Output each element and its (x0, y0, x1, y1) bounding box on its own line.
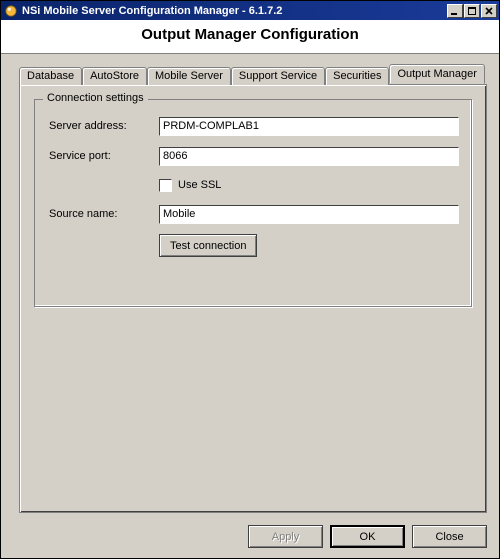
tab-panel-output-manager: Connection settings Server address: Serv… (19, 84, 487, 513)
window-controls (446, 1, 499, 20)
server-address-row: Server address: (49, 116, 459, 136)
page-header: Output Manager Configuration (1, 20, 499, 54)
server-address-input[interactable] (159, 117, 459, 136)
service-port-row: Service port: (49, 146, 459, 166)
test-connection-row: Test connection (159, 234, 459, 257)
client-area: Database AutoStore Mobile Server Support… (1, 54, 499, 521)
tabstrip: Database AutoStore Mobile Server Support… (19, 64, 487, 84)
app-window: NSi Mobile Server Configuration Manager … (0, 0, 500, 559)
connection-settings-group: Connection settings Server address: Serv… (34, 99, 472, 307)
source-name-row: Source name: (49, 204, 459, 224)
tab-securities[interactable]: Securities (325, 67, 389, 85)
use-ssl-row: Use SSL (159, 176, 459, 194)
page-title: Output Manager Configuration (1, 26, 499, 43)
tab-autostore[interactable]: AutoStore (82, 67, 147, 85)
service-port-label: Service port: (49, 150, 159, 162)
use-ssl-checkbox[interactable] (159, 179, 172, 192)
service-port-input[interactable] (159, 147, 459, 166)
source-name-input[interactable] (159, 205, 459, 224)
server-address-label: Server address: (49, 120, 159, 132)
ok-button[interactable]: OK (330, 525, 405, 548)
tab-database[interactable]: Database (19, 67, 82, 85)
app-icon (4, 4, 18, 18)
dialog-buttons: Apply OK Close (1, 521, 499, 558)
titlebar: NSi Mobile Server Configuration Manager … (1, 1, 499, 20)
use-ssl-label: Use SSL (178, 179, 221, 191)
tab-support-service[interactable]: Support Service (231, 67, 325, 85)
tab-output-manager[interactable]: Output Manager (389, 64, 485, 84)
close-dialog-button[interactable]: Close (412, 525, 487, 548)
window-title: NSi Mobile Server Configuration Manager … (22, 5, 446, 17)
close-button[interactable] (481, 4, 497, 18)
tab-mobile-server[interactable]: Mobile Server (147, 67, 231, 85)
source-name-label: Source name: (49, 208, 159, 220)
minimize-button[interactable] (447, 4, 463, 18)
group-legend: Connection settings (43, 92, 148, 104)
apply-button[interactable]: Apply (248, 525, 323, 548)
maximize-button[interactable] (464, 4, 480, 18)
test-connection-button[interactable]: Test connection (159, 234, 257, 257)
